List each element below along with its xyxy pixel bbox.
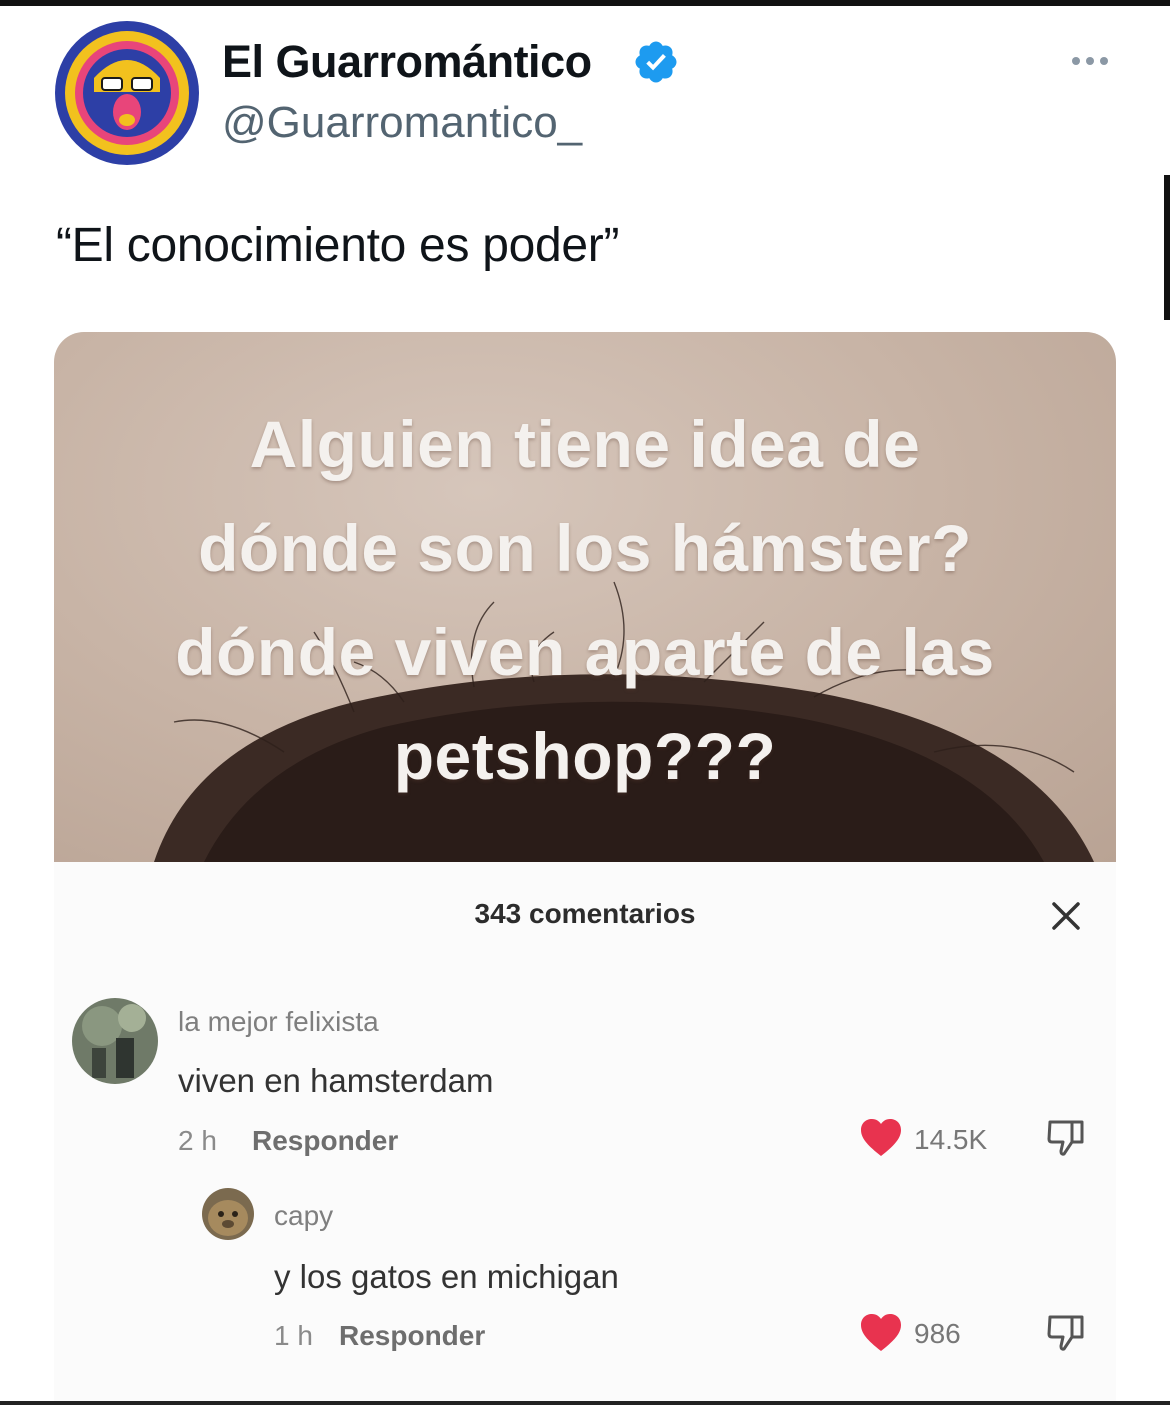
author-avatar[interactable] <box>54 20 200 166</box>
heart-icon[interactable] <box>859 1313 903 1353</box>
comment-avatar[interactable] <box>202 1188 254 1240</box>
caption-line: dónde son los hámster? <box>198 511 972 585</box>
dislike-icon[interactable] <box>1046 1313 1086 1353</box>
comments-panel: 343 comentarios la mejor felixista viven… <box>54 862 1116 1401</box>
caption-line: petshop??? <box>393 719 777 793</box>
like-count: 986 <box>914 1318 961 1349</box>
close-icon[interactable] <box>1050 900 1082 932</box>
bottom-divider <box>0 1401 1170 1405</box>
like-count: 14.5K <box>914 1124 988 1155</box>
heart-icon[interactable] <box>859 1118 903 1158</box>
reply-button[interactable]: Responder <box>339 1320 485 1352</box>
dislike-icon[interactable] <box>1046 1118 1086 1158</box>
comment-text: y los gatos en michigan <box>274 1258 619 1295</box>
comment-username[interactable]: la mejor felixista <box>178 1006 379 1038</box>
verified-badge-icon <box>632 38 680 86</box>
video-caption: Alguien tiene idea de dónde son los háms… <box>54 392 1116 808</box>
comment-username[interactable]: capy <box>274 1200 333 1232</box>
caption-line: Alguien tiene idea de <box>249 407 921 481</box>
author-name[interactable]: El Guarromántico <box>222 36 592 88</box>
more-options-icon[interactable] <box>1068 50 1112 72</box>
comment-time: 2 h <box>178 1125 217 1156</box>
scrollbar-thumb[interactable] <box>1164 175 1170 320</box>
comments-count: 343 comentarios <box>474 898 696 929</box>
caption-line: dónde viven aparte de las <box>175 615 995 689</box>
author-handle[interactable]: @Guarromantico_ <box>222 98 582 148</box>
video-frame: Alguien tiene idea de dónde son los háms… <box>54 332 1116 862</box>
tweet-media[interactable]: Alguien tiene idea de dónde son los háms… <box>54 332 1116 1401</box>
comment-time: 1 h <box>274 1320 313 1351</box>
reply-button[interactable]: Responder <box>252 1125 398 1157</box>
tweet-text: “El conocimiento es poder” <box>56 219 620 272</box>
top-divider <box>0 0 1170 6</box>
comment-avatar[interactable] <box>72 998 158 1084</box>
comment-text: viven en hamsterdam <box>178 1062 494 1099</box>
